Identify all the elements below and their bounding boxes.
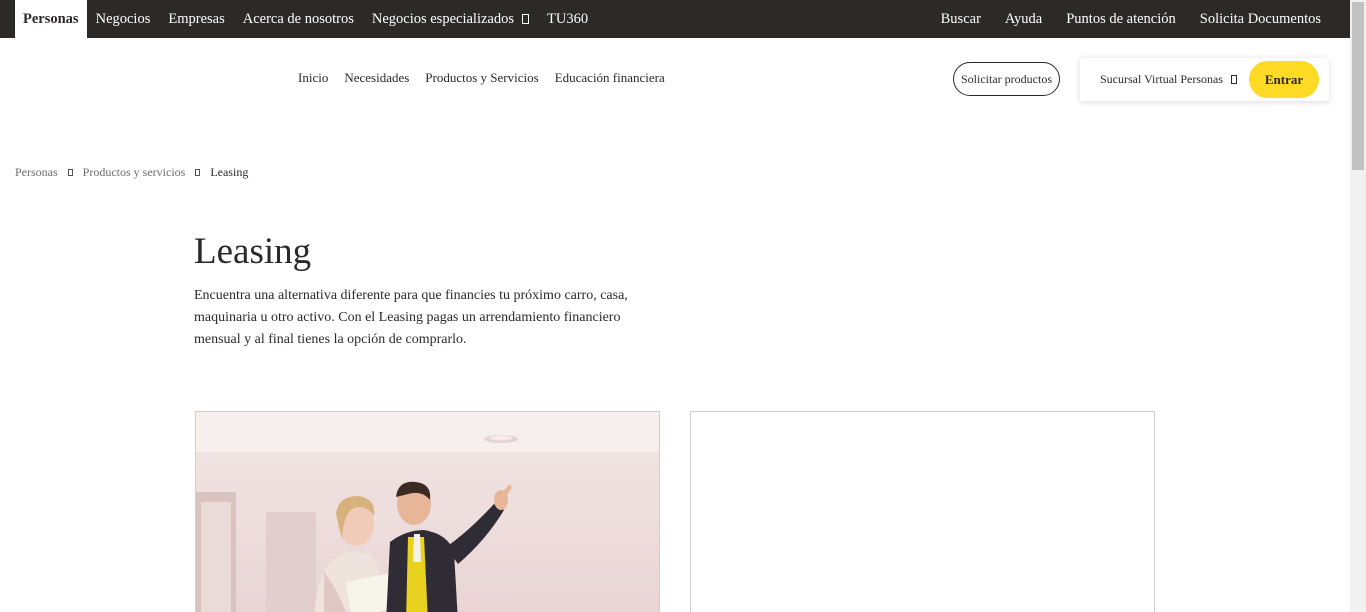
link-ayuda[interactable]: Ayuda [993, 11, 1054, 28]
segment-tabs: Personas Negocios Empresas Acerca de nos… [15, 0, 597, 38]
tab-negocios-especializados[interactable]: Negocios especializados [363, 0, 538, 38]
sucursal-virtual-dropdown[interactable]: Sucursal Virtual Personas [1100, 58, 1238, 101]
main-navigation: Inicio Necesidades Productos y Servicios… [298, 70, 681, 86]
nav-productos-y-servicios[interactable]: Productos y Servicios [425, 70, 538, 86]
chevron-down-icon [522, 14, 529, 24]
utility-links: Buscar Ayuda Puntos de atención Solicita… [929, 0, 1333, 38]
leasing-image-card[interactable] [195, 411, 660, 612]
breadcrumb-personas[interactable]: Personas [15, 165, 58, 180]
nav-inicio[interactable]: Inicio [298, 70, 328, 86]
breadcrumb-leasing: Leasing [210, 165, 249, 179]
entrar-button[interactable]: Entrar [1249, 61, 1319, 98]
chevron-down-icon [1231, 75, 1238, 84]
tab-negocios[interactable]: Negocios [87, 0, 160, 38]
page-title: Leasing [194, 231, 312, 272]
secondary-card[interactable] [690, 411, 1155, 612]
tab-tu360[interactable]: TU360 [538, 0, 597, 38]
link-puntos-de-atencion[interactable]: Puntos de atención [1054, 11, 1188, 28]
link-buscar[interactable]: Buscar [929, 11, 993, 28]
tab-personas[interactable]: Personas [15, 0, 87, 38]
sucursal-virtual-panel: Sucursal Virtual Personas Entrar [1080, 58, 1329, 101]
tab-empresas[interactable]: Empresas [159, 0, 233, 38]
link-solicita-documentos[interactable]: Solicita Documentos [1188, 11, 1333, 28]
solicitar-productos-button[interactable]: Solicitar productos [953, 62, 1060, 96]
scrollbar-thumb[interactable] [1352, 2, 1364, 170]
couple-house-photo [196, 412, 659, 612]
tab-negocios-especializados-label: Negocios especializados [371, 10, 514, 27]
breadcrumb: Personas Productos y servicios Leasing [15, 165, 248, 180]
nav-educacion-financiera[interactable]: Educación financiera [555, 70, 665, 86]
tab-acerca-de-nosotros[interactable]: Acerca de nosotros [234, 0, 363, 38]
nav-necesidades[interactable]: Necesidades [344, 70, 409, 86]
chevron-right-icon [67, 169, 73, 176]
page-description: Encuentra una alternativa diferente para… [194, 288, 628, 347]
top-navigation-bar: Personas Negocios Empresas Acerca de nos… [0, 0, 1350, 38]
page-scrollbar[interactable] [1350, 0, 1366, 612]
breadcrumb-productos-y-servicios[interactable]: Productos y servicios [83, 165, 186, 180]
chevron-right-icon [195, 169, 201, 176]
sucursal-virtual-label: Sucursal Virtual Personas [1100, 72, 1224, 86]
